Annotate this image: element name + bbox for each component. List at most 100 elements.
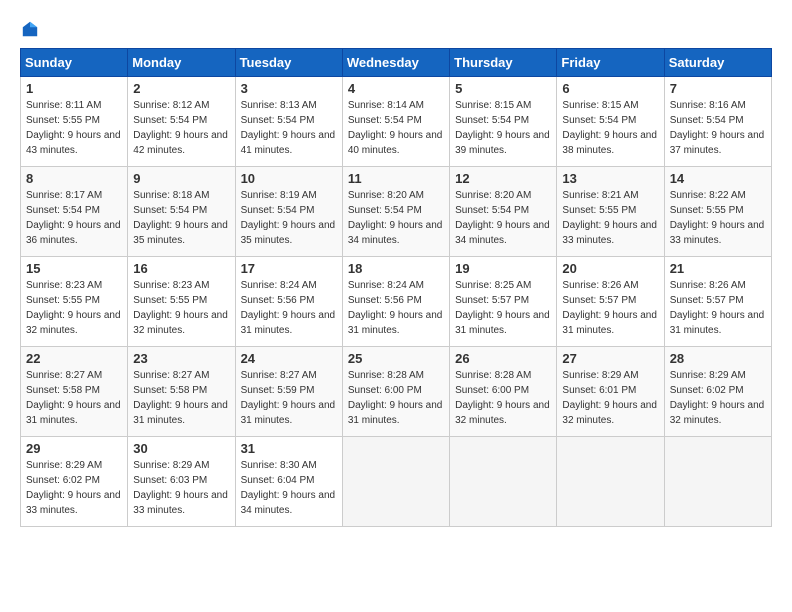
sunrise-label: Sunrise: 8:25 AM [455,280,531,291]
sunrise-label: Sunrise: 8:27 AM [26,370,102,381]
sunrise-label: Sunrise: 8:15 AM [455,100,531,111]
weekday-header-friday: Friday [557,49,664,77]
sunset-label: Sunset: 6:00 PM [348,385,422,396]
calendar-week-row: 1 Sunrise: 8:11 AM Sunset: 5:55 PM Dayli… [21,77,772,167]
sunrise-label: Sunrise: 8:20 AM [455,190,531,201]
calendar-cell: 2 Sunrise: 8:12 AM Sunset: 5:54 PM Dayli… [128,77,235,167]
sunset-label: Sunset: 5:55 PM [562,205,636,216]
day-info: Sunrise: 8:17 AM Sunset: 5:54 PM Dayligh… [26,188,122,248]
sunrise-label: Sunrise: 8:14 AM [348,100,424,111]
day-number: 10 [241,171,337,186]
calendar-cell: 12 Sunrise: 8:20 AM Sunset: 5:54 PM Dayl… [450,167,557,257]
day-info: Sunrise: 8:27 AM Sunset: 5:58 PM Dayligh… [133,368,229,428]
daylight-label: Daylight: 9 hours and 31 minutes. [26,400,121,426]
weekday-header-tuesday: Tuesday [235,49,342,77]
day-info: Sunrise: 8:27 AM Sunset: 5:59 PM Dayligh… [241,368,337,428]
day-info: Sunrise: 8:28 AM Sunset: 6:00 PM Dayligh… [455,368,551,428]
day-number: 3 [241,81,337,96]
daylight-label: Daylight: 9 hours and 35 minutes. [241,220,336,246]
calendar-cell: 27 Sunrise: 8:29 AM Sunset: 6:01 PM Dayl… [557,347,664,437]
calendar-cell: 13 Sunrise: 8:21 AM Sunset: 5:55 PM Dayl… [557,167,664,257]
daylight-label: Daylight: 9 hours and 33 minutes. [562,220,657,246]
daylight-label: Daylight: 9 hours and 32 minutes. [562,400,657,426]
sunset-label: Sunset: 5:54 PM [348,115,422,126]
calendar-cell: 17 Sunrise: 8:24 AM Sunset: 5:56 PM Dayl… [235,257,342,347]
daylight-label: Daylight: 9 hours and 31 minutes. [562,310,657,336]
day-number: 11 [348,171,444,186]
day-number: 23 [133,351,229,366]
calendar-cell [664,437,771,527]
day-info: Sunrise: 8:21 AM Sunset: 5:55 PM Dayligh… [562,188,658,248]
calendar-cell: 18 Sunrise: 8:24 AM Sunset: 5:56 PM Dayl… [342,257,449,347]
logo [20,20,40,38]
sunset-label: Sunset: 5:54 PM [455,205,529,216]
calendar-cell: 28 Sunrise: 8:29 AM Sunset: 6:02 PM Dayl… [664,347,771,437]
day-number: 12 [455,171,551,186]
weekday-header-wednesday: Wednesday [342,49,449,77]
calendar-cell: 19 Sunrise: 8:25 AM Sunset: 5:57 PM Dayl… [450,257,557,347]
calendar-cell: 16 Sunrise: 8:23 AM Sunset: 5:55 PM Dayl… [128,257,235,347]
sunrise-label: Sunrise: 8:23 AM [133,280,209,291]
header [20,20,772,38]
day-number: 16 [133,261,229,276]
sunset-label: Sunset: 5:55 PM [670,205,744,216]
sunrise-label: Sunrise: 8:11 AM [26,100,101,111]
day-info: Sunrise: 8:16 AM Sunset: 5:54 PM Dayligh… [670,98,766,158]
day-info: Sunrise: 8:20 AM Sunset: 5:54 PM Dayligh… [455,188,551,248]
daylight-label: Daylight: 9 hours and 32 minutes. [26,310,121,336]
day-info: Sunrise: 8:26 AM Sunset: 5:57 PM Dayligh… [562,278,658,338]
daylight-label: Daylight: 9 hours and 32 minutes. [670,400,765,426]
sunset-label: Sunset: 5:57 PM [670,295,744,306]
calendar-cell: 1 Sunrise: 8:11 AM Sunset: 5:55 PM Dayli… [21,77,128,167]
calendar-cell: 25 Sunrise: 8:28 AM Sunset: 6:00 PM Dayl… [342,347,449,437]
day-info: Sunrise: 8:15 AM Sunset: 5:54 PM Dayligh… [562,98,658,158]
day-number: 30 [133,441,229,456]
day-number: 24 [241,351,337,366]
day-info: Sunrise: 8:14 AM Sunset: 5:54 PM Dayligh… [348,98,444,158]
daylight-label: Daylight: 9 hours and 31 minutes. [348,400,443,426]
calendar-cell: 11 Sunrise: 8:20 AM Sunset: 5:54 PM Dayl… [342,167,449,257]
day-number: 1 [26,81,122,96]
day-info: Sunrise: 8:25 AM Sunset: 5:57 PM Dayligh… [455,278,551,338]
daylight-label: Daylight: 9 hours and 31 minutes. [241,400,336,426]
calendar-cell: 14 Sunrise: 8:22 AM Sunset: 5:55 PM Dayl… [664,167,771,257]
sunrise-label: Sunrise: 8:30 AM [241,460,317,471]
sunrise-label: Sunrise: 8:19 AM [241,190,317,201]
daylight-label: Daylight: 9 hours and 34 minutes. [348,220,443,246]
day-info: Sunrise: 8:26 AM Sunset: 5:57 PM Dayligh… [670,278,766,338]
sunrise-label: Sunrise: 8:13 AM [241,100,317,111]
sunset-label: Sunset: 5:54 PM [241,115,315,126]
sunset-label: Sunset: 5:58 PM [26,385,100,396]
daylight-label: Daylight: 9 hours and 36 minutes. [26,220,121,246]
sunrise-label: Sunrise: 8:28 AM [348,370,424,381]
day-number: 4 [348,81,444,96]
day-info: Sunrise: 8:13 AM Sunset: 5:54 PM Dayligh… [241,98,337,158]
daylight-label: Daylight: 9 hours and 40 minutes. [348,130,443,156]
sunset-label: Sunset: 6:01 PM [562,385,636,396]
calendar-cell: 26 Sunrise: 8:28 AM Sunset: 6:00 PM Dayl… [450,347,557,437]
sunset-label: Sunset: 5:57 PM [562,295,636,306]
weekday-header-saturday: Saturday [664,49,771,77]
sunrise-label: Sunrise: 8:21 AM [562,190,638,201]
daylight-label: Daylight: 9 hours and 33 minutes. [133,490,228,516]
day-info: Sunrise: 8:29 AM Sunset: 6:02 PM Dayligh… [670,368,766,428]
day-info: Sunrise: 8:23 AM Sunset: 5:55 PM Dayligh… [133,278,229,338]
sunrise-label: Sunrise: 8:22 AM [670,190,746,201]
sunset-label: Sunset: 5:58 PM [133,385,207,396]
daylight-label: Daylight: 9 hours and 42 minutes. [133,130,228,156]
day-number: 13 [562,171,658,186]
day-info: Sunrise: 8:30 AM Sunset: 6:04 PM Dayligh… [241,458,337,518]
calendar-cell: 31 Sunrise: 8:30 AM Sunset: 6:04 PM Dayl… [235,437,342,527]
daylight-label: Daylight: 9 hours and 32 minutes. [133,310,228,336]
calendar-cell: 5 Sunrise: 8:15 AM Sunset: 5:54 PM Dayli… [450,77,557,167]
day-info: Sunrise: 8:24 AM Sunset: 5:56 PM Dayligh… [241,278,337,338]
sunset-label: Sunset: 5:59 PM [241,385,315,396]
calendar-week-row: 29 Sunrise: 8:29 AM Sunset: 6:02 PM Dayl… [21,437,772,527]
daylight-label: Daylight: 9 hours and 39 minutes. [455,130,550,156]
daylight-label: Daylight: 9 hours and 35 minutes. [133,220,228,246]
calendar: SundayMondayTuesdayWednesdayThursdayFrid… [20,48,772,527]
sunset-label: Sunset: 6:04 PM [241,475,315,486]
calendar-cell: 23 Sunrise: 8:27 AM Sunset: 5:58 PM Dayl… [128,347,235,437]
calendar-cell: 8 Sunrise: 8:17 AM Sunset: 5:54 PM Dayli… [21,167,128,257]
day-info: Sunrise: 8:11 AM Sunset: 5:55 PM Dayligh… [26,98,122,158]
